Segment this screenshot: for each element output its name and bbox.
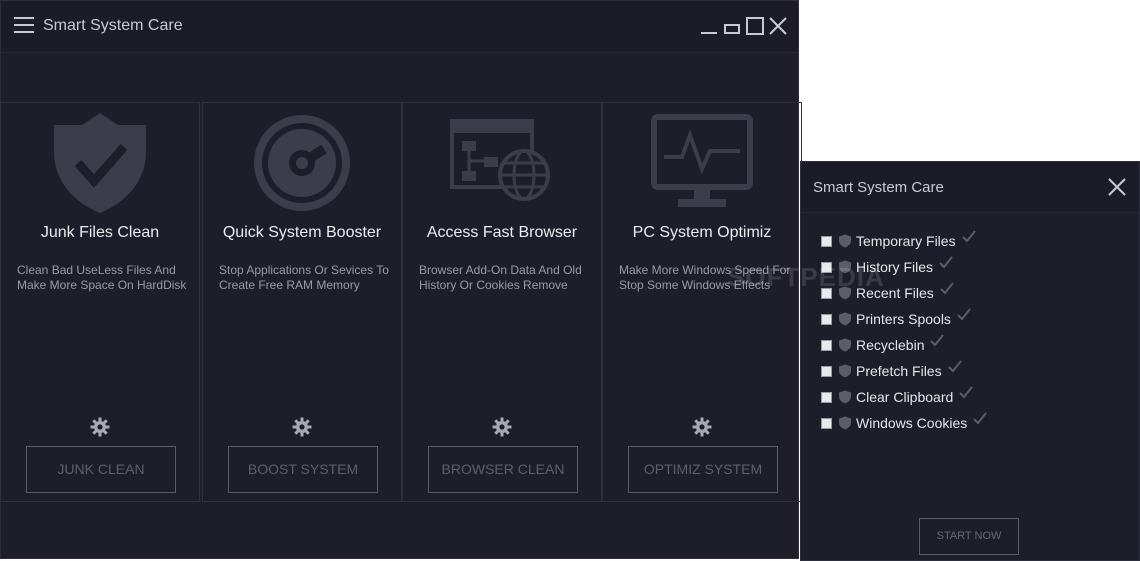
file-list: Temporary Files History Files Recent Fil… (821, 228, 988, 436)
feature-cards: Junk Files Clean Clean Bad UseLess Files… (0, 102, 802, 502)
side-title-bar: Smart System Care (801, 162, 1139, 213)
checkbox[interactable] (821, 365, 832, 377)
check-icon (940, 281, 954, 295)
card-description: Browser Add-On Data And Old History Or C… (419, 263, 582, 292)
app-title: Smart System Care (43, 17, 183, 34)
gear-icon[interactable] (292, 417, 312, 437)
gear-icon[interactable] (692, 417, 712, 437)
checkbox[interactable] (821, 417, 832, 429)
watermark: SOFTPEDIA (727, 262, 885, 292)
checkbox[interactable] (821, 339, 832, 351)
item-label: Recyclebin (856, 337, 925, 353)
card-description: Clean Bad UseLess Files And Make More Sp… (17, 263, 187, 292)
checkbox[interactable] (821, 391, 832, 403)
list-item[interactable]: Printers Spools (821, 306, 987, 332)
check-icon (961, 229, 976, 243)
card-pc-optimiz: PC System Optimiz Make More Windows Spee… (602, 102, 802, 502)
check-icon (973, 411, 988, 425)
item-label: Temporary Files (856, 233, 956, 249)
start-now-button[interactable]: START NOW (919, 518, 1019, 555)
junk-clean-button[interactable]: JUNK CLEAN (26, 446, 176, 493)
checkbox[interactable] (821, 313, 832, 325)
list-item[interactable]: Recyclebin (821, 332, 987, 358)
check-icon (930, 333, 945, 347)
shield-icon (838, 364, 852, 378)
gear-icon[interactable] (90, 417, 110, 437)
browser-clean-button[interactable]: BROWSER CLEAN (428, 446, 578, 493)
close-icon[interactable] (1107, 177, 1127, 197)
shield-icon (838, 312, 852, 326)
card-fast-browser: Access Fast Browser Browser Add-On Data … (402, 102, 602, 502)
shield-icon (838, 416, 852, 430)
checkbox[interactable] (821, 235, 832, 247)
list-item[interactable]: Windows Cookies (821, 410, 988, 436)
gear-icon[interactable] (492, 417, 512, 437)
card-title: Access Fast Browser (426, 224, 578, 241)
shield-icon (838, 390, 852, 404)
item-label: Clear Clipboard (856, 389, 954, 405)
hamburger-menu-icon[interactable] (14, 17, 34, 34)
item-label: Printers Spools (856, 311, 951, 327)
card-title: PC System Optimiz (632, 224, 772, 241)
side-window: Smart System Care Temporary Files Histor… (800, 161, 1140, 561)
browser-globe-icon (450, 111, 554, 215)
title-bar: Smart System Care (1, 1, 798, 53)
list-item[interactable]: Prefetch Files (821, 358, 987, 384)
shield-icon (838, 234, 852, 248)
list-item[interactable]: Temporary Files (821, 228, 987, 254)
card-description: Stop Applications Or Sevices To Create F… (219, 263, 389, 292)
check-icon (947, 359, 962, 373)
optimiz-system-button[interactable]: OPTIMIZ SYSTEM (628, 446, 778, 493)
card-quick-booster: Quick System Booster Stop Applications O… (202, 102, 402, 502)
shield-check-icon (48, 111, 152, 215)
shield-icon (838, 338, 852, 352)
speedometer-icon (250, 111, 354, 215)
card-title: Quick System Booster (222, 224, 382, 241)
maximize-icon[interactable] (745, 16, 765, 36)
monitor-pulse-icon (650, 111, 754, 215)
check-icon (959, 385, 974, 399)
card-junk-files: Junk Files Clean Clean Bad UseLess Files… (0, 102, 200, 502)
list-item[interactable]: Clear Clipboard (821, 384, 987, 410)
item-label: Windows Cookies (856, 415, 968, 431)
main-window: Smart System Care Junk Files Clean Clean… (0, 0, 802, 559)
boost-system-button[interactable]: BOOST SYSTEM (228, 446, 378, 493)
close-icon[interactable] (768, 16, 788, 36)
check-icon (957, 307, 971, 321)
minimize-icon[interactable] (699, 16, 719, 36)
restore-icon[interactable] (722, 16, 742, 36)
item-label: Prefetch Files (856, 363, 942, 379)
card-title: Junk Files Clean (40, 224, 160, 241)
check-icon (939, 255, 953, 269)
side-title: Smart System Care (813, 179, 944, 196)
